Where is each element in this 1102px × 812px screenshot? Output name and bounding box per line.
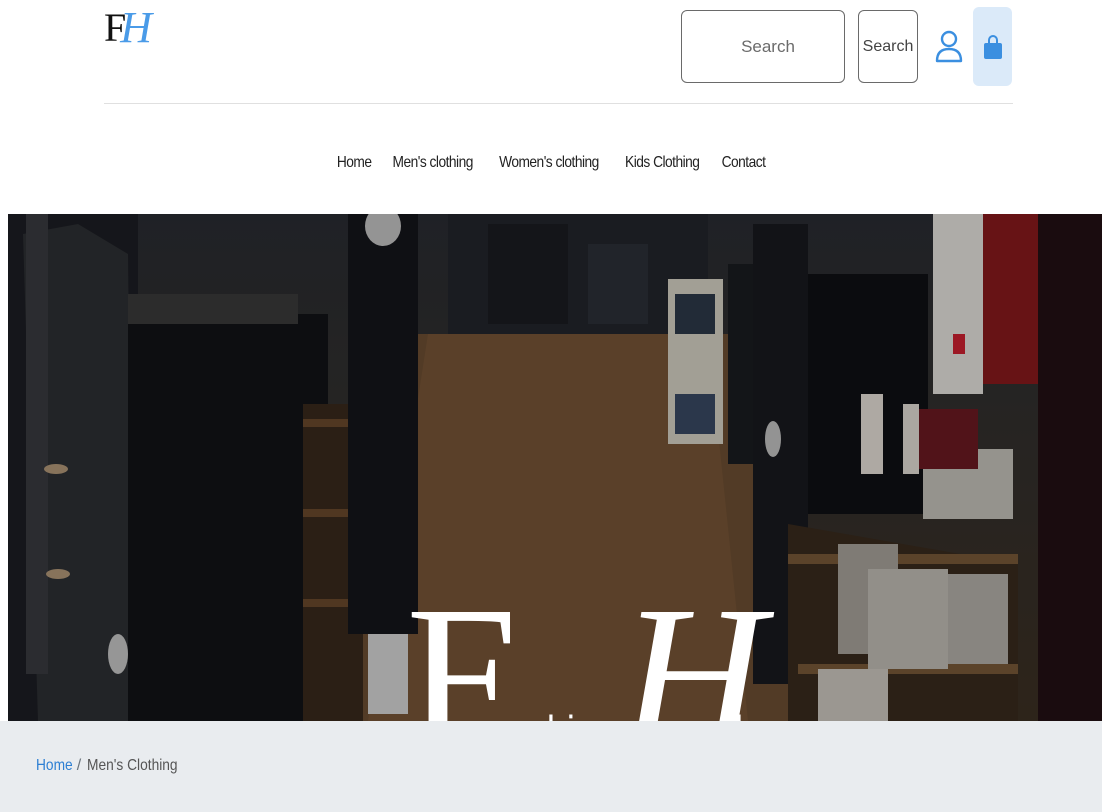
site-header: F H Search — [0, 0, 1102, 104]
user-icon[interactable] — [934, 30, 964, 64]
shopping-bag-icon — [983, 34, 1002, 59]
site-logo[interactable]: F H — [104, 3, 153, 52]
hero-title-letter-f: F — [406, 566, 518, 722]
breadcrumb-home-link[interactable]: Home — [36, 757, 73, 775]
cart-button[interactable] — [973, 7, 1012, 86]
hero-title-word-2: ub — [715, 704, 755, 721]
breadcrumb-separator: / — [76, 757, 82, 774]
hero-title: F ashion H ub — [406, 566, 766, 722]
nav-mens-clothing[interactable]: Men's clothing — [392, 148, 473, 178]
breadcrumb-bar: Home / Men's Clothing — [0, 721, 1102, 812]
nav-contact[interactable]: Contact — [721, 148, 765, 178]
logo-letter-h: H — [120, 3, 153, 52]
nav-kids-clothing[interactable]: Kids Clothing — [625, 148, 700, 178]
search-input[interactable] — [681, 10, 845, 83]
breadcrumb-current: Men's Clothing — [87, 757, 178, 774]
search-button[interactable]: Search — [858, 10, 918, 83]
breadcrumb: Home / Men's Clothing — [36, 757, 192, 775]
hero-banner: F ashion H ub — [8, 214, 1102, 721]
main-nav: Home Men's clothing Women's clothing Kid… — [0, 148, 1102, 178]
nav-womens-clothing[interactable]: Women's clothing — [499, 148, 599, 178]
nav-home[interactable]: Home — [336, 148, 371, 178]
hero-title-word-1: ashion — [509, 704, 615, 721]
hero-title-letter-h: H — [620, 566, 766, 722]
header-divider — [104, 103, 1013, 104]
